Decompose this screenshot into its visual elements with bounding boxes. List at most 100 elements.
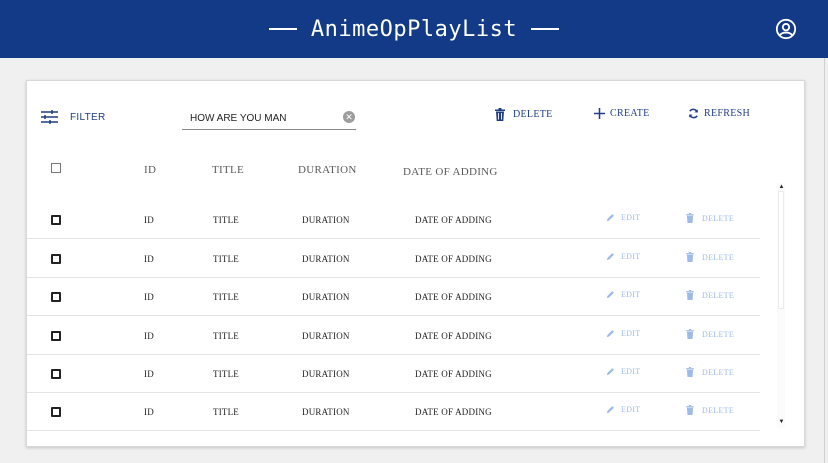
pencil-icon bbox=[606, 253, 614, 261]
row-edit-label: EDIT bbox=[621, 213, 641, 222]
row-delete-button[interactable]: DELETE bbox=[686, 367, 734, 377]
header-title[interactable]: TITLE bbox=[212, 164, 244, 176]
cell-title: TITLE bbox=[213, 369, 239, 379]
row-delete-label: DELETE bbox=[702, 405, 735, 415]
select-all-checkbox[interactable] bbox=[51, 163, 61, 173]
header-duration[interactable]: DURATION bbox=[298, 164, 357, 176]
trash-icon bbox=[686, 252, 694, 262]
row-edit-label: EDIT bbox=[621, 290, 641, 299]
row-edit-button[interactable]: EDIT bbox=[606, 329, 640, 338]
create-button[interactable]: CREATE bbox=[594, 108, 650, 119]
row-edit-label: EDIT bbox=[621, 252, 641, 261]
row-checkbox[interactable] bbox=[51, 254, 61, 264]
scroll-down-arrow[interactable]: ▼ bbox=[778, 418, 785, 426]
row-delete-button[interactable]: DELETE bbox=[686, 329, 734, 339]
row-checkbox[interactable] bbox=[51, 215, 61, 225]
table-row[interactable]: ID TITLE DURATION DATE OF ADDING EDIT DE… bbox=[27, 278, 760, 316]
delete-selected-button[interactable]: DELETE bbox=[495, 108, 553, 121]
trash-icon bbox=[686, 405, 694, 415]
cell-id: ID bbox=[144, 331, 154, 341]
cell-id: ID bbox=[144, 254, 154, 264]
app-title: AnimeOpPlayList bbox=[310, 16, 518, 42]
cell-duration: DURATION bbox=[302, 369, 350, 379]
cell-date-of-adding: DATE OF ADDING bbox=[415, 215, 492, 225]
row-delete-label: DELETE bbox=[702, 329, 735, 339]
window-edge bbox=[824, 58, 828, 463]
cell-duration: DURATION bbox=[302, 292, 350, 302]
cell-title: TITLE bbox=[213, 292, 239, 302]
title-dash-right bbox=[531, 28, 560, 30]
create-label: CREATE bbox=[610, 108, 650, 119]
cell-id: ID bbox=[144, 369, 154, 379]
trash-icon bbox=[495, 108, 505, 121]
row-delete-label: DELETE bbox=[702, 252, 735, 262]
row-edit-button[interactable]: EDIT bbox=[606, 290, 640, 299]
clear-icon[interactable]: ✕ bbox=[343, 111, 355, 123]
pencil-icon bbox=[606, 214, 614, 222]
trash-icon bbox=[686, 213, 694, 223]
scroll-up-arrow[interactable]: ▲ bbox=[778, 183, 785, 191]
row-delete-button[interactable]: DELETE bbox=[686, 213, 734, 223]
row-edit-label: EDIT bbox=[621, 405, 641, 414]
app-bar: AnimeOpPlayList bbox=[0, 0, 828, 58]
cell-duration: DURATION bbox=[302, 215, 350, 225]
table-row[interactable]: ID TITLE DURATION DATE OF ADDING EDIT DE… bbox=[27, 201, 760, 239]
trash-icon bbox=[686, 367, 694, 377]
title-dash-left bbox=[268, 28, 297, 30]
delete-label: DELETE bbox=[513, 109, 553, 120]
row-edit-button[interactable]: EDIT bbox=[606, 405, 640, 414]
cell-date-of-adding: DATE OF ADDING bbox=[415, 407, 492, 417]
cell-title: TITLE bbox=[213, 254, 239, 264]
row-checkbox[interactable] bbox=[51, 292, 61, 302]
table-row[interactable]: ID TITLE DURATION DATE OF ADDING EDIT DE… bbox=[27, 317, 760, 355]
row-delete-button[interactable]: DELETE bbox=[686, 252, 734, 262]
pencil-icon bbox=[606, 330, 614, 338]
filter-label: FILTER bbox=[70, 111, 106, 123]
cell-id: ID bbox=[144, 292, 154, 302]
plus-icon bbox=[594, 108, 605, 119]
row-checkbox[interactable] bbox=[51, 369, 61, 379]
cell-title: TITLE bbox=[213, 407, 239, 417]
row-delete-label: DELETE bbox=[702, 290, 735, 300]
scrollbar-thumb[interactable] bbox=[778, 191, 784, 309]
trash-icon bbox=[686, 329, 694, 339]
row-edit-button[interactable]: EDIT bbox=[606, 252, 640, 261]
cell-duration: DURATION bbox=[302, 407, 350, 417]
trash-icon bbox=[686, 290, 694, 300]
row-delete-button[interactable]: DELETE bbox=[686, 290, 734, 300]
cell-date-of-adding: DATE OF ADDING bbox=[415, 331, 492, 341]
search-field[interactable]: ✕ bbox=[182, 107, 356, 130]
cell-title: TITLE bbox=[213, 215, 239, 225]
table-row[interactable]: ID TITLE DURATION DATE OF ADDING EDIT DE… bbox=[27, 393, 760, 431]
row-delete-label: DELETE bbox=[702, 367, 735, 377]
cell-id: ID bbox=[144, 215, 154, 225]
cell-title: TITLE bbox=[213, 331, 239, 341]
refresh-button[interactable]: REFRESH bbox=[688, 108, 750, 119]
cell-duration: DURATION bbox=[302, 331, 350, 341]
app-title-bar: AnimeOpPlayList bbox=[0, 0, 828, 58]
cell-duration: DURATION bbox=[302, 254, 350, 264]
table-row[interactable]: ID TITLE DURATION DATE OF ADDING EDIT DE… bbox=[27, 355, 760, 393]
cell-date-of-adding: DATE OF ADDING bbox=[415, 254, 492, 264]
filter-button[interactable]: FILTER bbox=[41, 110, 106, 124]
row-edit-button[interactable]: EDIT bbox=[606, 367, 640, 376]
refresh-label: REFRESH bbox=[704, 108, 751, 119]
header-id[interactable]: ID bbox=[144, 164, 156, 176]
pencil-icon bbox=[606, 406, 614, 414]
search-input[interactable] bbox=[190, 111, 340, 125]
row-edit-button[interactable]: EDIT bbox=[606, 213, 640, 222]
row-checkbox[interactable] bbox=[51, 331, 61, 341]
row-checkbox[interactable] bbox=[51, 407, 61, 417]
refresh-icon bbox=[689, 108, 698, 119]
pencil-icon bbox=[606, 291, 614, 299]
header-date-of-adding[interactable]: DATE OF ADDING bbox=[403, 166, 498, 178]
account-circle-icon[interactable] bbox=[775, 18, 797, 40]
cell-date-of-adding: DATE OF ADDING bbox=[415, 292, 492, 302]
cell-id: ID bbox=[144, 407, 154, 417]
tune-icon bbox=[41, 110, 58, 124]
cell-date-of-adding: DATE OF ADDING bbox=[415, 369, 492, 379]
row-delete-button[interactable]: DELETE bbox=[686, 405, 734, 415]
table-row[interactable]: ID TITLE DURATION DATE OF ADDING EDIT DE… bbox=[27, 240, 760, 278]
row-edit-label: EDIT bbox=[621, 329, 641, 338]
pencil-icon bbox=[606, 368, 614, 376]
